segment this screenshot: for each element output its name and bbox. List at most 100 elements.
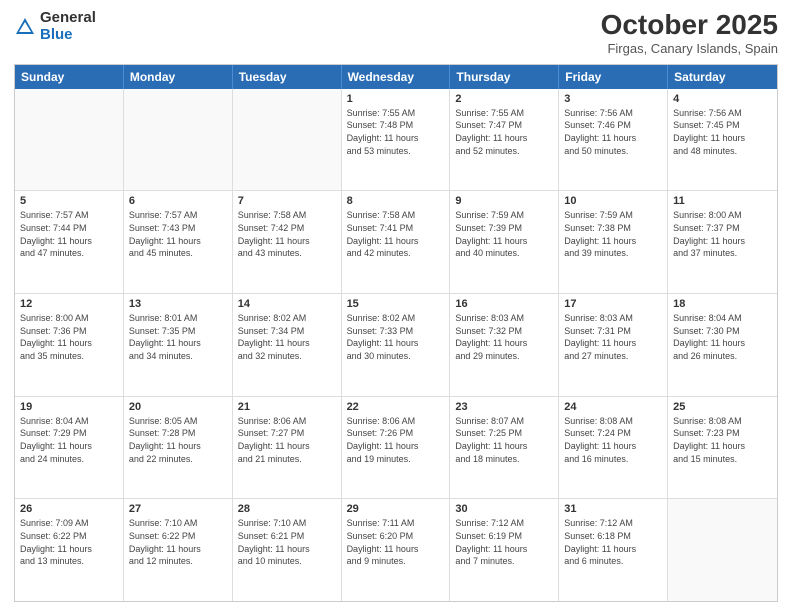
- calendar-day-22[interactable]: 22 Sunrise: 8:06 AM Sunset: 7:26 PM Dayli…: [342, 397, 451, 499]
- calendar-day-29[interactable]: 29Sunrise: 7:11 AM Sunset: 6:20 PM Dayli…: [342, 499, 451, 601]
- calendar-day-14[interactable]: 14 Sunrise: 8:02 AM Sunset: 7:34 PM Dayli…: [233, 294, 342, 396]
- cell-info: Sunrise: 7:56 AM Sunset: 7:45 PM Dayligh…: [673, 107, 772, 157]
- day-number: 2: [455, 93, 553, 105]
- day-number: 15: [347, 298, 445, 310]
- day-number: 3: [564, 93, 662, 105]
- cell-info: Sunrise: 7:55 AM Sunset: 7:47 PM Dayligh…: [455, 107, 553, 157]
- cell-info: Sunrise: 8:07 AM Sunset: 7:25 PM Dayligh…: [455, 415, 553, 465]
- calendar-empty-cell: [668, 499, 777, 601]
- calendar-day-27[interactable]: 27 Sunrise: 7:10 AM Sunset: 6:22 PM Dayli…: [124, 499, 233, 601]
- calendar-day-21[interactable]: 21Sunrise: 8:06 AM Sunset: 7:27 PM Dayli…: [233, 397, 342, 499]
- day-number: 18: [673, 298, 772, 310]
- cell-info: Sunrise: 8:08 AM Sunset: 7:24 PM Dayligh…: [564, 415, 662, 465]
- cell-info: Sunrise: 8:03 AM Sunset: 7:31 PM Dayligh…: [564, 312, 662, 362]
- calendar-row-1: 5 Sunrise: 7:57 AM Sunset: 7:44 PM Daylig…: [15, 191, 777, 294]
- cell-info: Sunrise: 7:58 AM Sunset: 7:41 PM Dayligh…: [347, 209, 445, 259]
- logo-icon: [14, 16, 36, 38]
- cell-info: Sunrise: 8:03 AM Sunset: 7:32 PM Dayligh…: [455, 312, 553, 362]
- day-number: 28: [238, 503, 336, 515]
- day-number: 30: [455, 503, 553, 515]
- calendar-empty-cell: [233, 89, 342, 191]
- day-number: 13: [129, 298, 227, 310]
- calendar-day-18[interactable]: 18Sunrise: 8:04 AM Sunset: 7:30 PM Dayli…: [668, 294, 777, 396]
- cell-info: Sunrise: 8:01 AM Sunset: 7:35 PM Dayligh…: [129, 312, 227, 362]
- calendar-day-20[interactable]: 20Sunrise: 8:05 AM Sunset: 7:28 PM Dayli…: [124, 397, 233, 499]
- day-number: 22: [347, 401, 445, 413]
- calendar-day-24[interactable]: 24 Sunrise: 8:08 AM Sunset: 7:24 PM Dayli…: [559, 397, 668, 499]
- header-day-saturday: Saturday: [668, 65, 777, 89]
- day-number: 10: [564, 195, 662, 207]
- day-number: 20: [129, 401, 227, 413]
- calendar-day-9[interactable]: 9 Sunrise: 7:59 AM Sunset: 7:39 PM Daylig…: [450, 191, 559, 293]
- day-number: 16: [455, 298, 553, 310]
- day-number: 24: [564, 401, 662, 413]
- day-number: 4: [673, 93, 772, 105]
- cell-info: Sunrise: 8:04 AM Sunset: 7:29 PM Dayligh…: [20, 415, 118, 465]
- calendar-day-11[interactable]: 11 Sunrise: 8:00 AM Sunset: 7:37 PM Dayli…: [668, 191, 777, 293]
- day-number: 6: [129, 195, 227, 207]
- day-number: 5: [20, 195, 118, 207]
- calendar-day-2[interactable]: 2 Sunrise: 7:55 AM Sunset: 7:47 PM Daylig…: [450, 89, 559, 191]
- day-number: 17: [564, 298, 662, 310]
- cell-info: Sunrise: 8:02 AM Sunset: 7:34 PM Dayligh…: [238, 312, 336, 362]
- calendar-day-17[interactable]: 17 Sunrise: 8:03 AM Sunset: 7:31 PM Dayli…: [559, 294, 668, 396]
- header-day-tuesday: Tuesday: [233, 65, 342, 89]
- day-number: 7: [238, 195, 336, 207]
- day-number: 9: [455, 195, 553, 207]
- day-number: 26: [20, 503, 118, 515]
- calendar-day-3[interactable]: 3 Sunrise: 7:56 AM Sunset: 7:46 PM Daylig…: [559, 89, 668, 191]
- cell-info: Sunrise: 8:06 AM Sunset: 7:26 PM Dayligh…: [347, 415, 445, 465]
- cell-info: Sunrise: 7:59 AM Sunset: 7:39 PM Dayligh…: [455, 209, 553, 259]
- calendar-day-5[interactable]: 5 Sunrise: 7:57 AM Sunset: 7:44 PM Daylig…: [15, 191, 124, 293]
- header-day-sunday: Sunday: [15, 65, 124, 89]
- calendar-row-2: 12 Sunrise: 8:00 AM Sunset: 7:36 PM Dayli…: [15, 294, 777, 397]
- calendar-row-0: 1Sunrise: 7:55 AM Sunset: 7:48 PM Daylig…: [15, 89, 777, 192]
- calendar-day-19[interactable]: 19 Sunrise: 8:04 AM Sunset: 7:29 PM Dayli…: [15, 397, 124, 499]
- day-number: 31: [564, 503, 662, 515]
- calendar-empty-cell: [124, 89, 233, 191]
- cell-info: Sunrise: 7:12 AM Sunset: 6:18 PM Dayligh…: [564, 517, 662, 567]
- cell-info: Sunrise: 7:59 AM Sunset: 7:38 PM Dayligh…: [564, 209, 662, 259]
- calendar-day-26[interactable]: 26 Sunrise: 7:09 AM Sunset: 6:22 PM Dayli…: [15, 499, 124, 601]
- cell-info: Sunrise: 8:00 AM Sunset: 7:36 PM Dayligh…: [20, 312, 118, 362]
- calendar-day-1[interactable]: 1Sunrise: 7:55 AM Sunset: 7:48 PM Daylig…: [342, 89, 451, 191]
- cell-info: Sunrise: 7:09 AM Sunset: 6:22 PM Dayligh…: [20, 517, 118, 567]
- cell-info: Sunrise: 8:00 AM Sunset: 7:37 PM Dayligh…: [673, 209, 772, 259]
- calendar-day-15[interactable]: 15 Sunrise: 8:02 AM Sunset: 7:33 PM Dayli…: [342, 294, 451, 396]
- calendar-day-6[interactable]: 6Sunrise: 7:57 AM Sunset: 7:43 PM Daylig…: [124, 191, 233, 293]
- calendar-day-12[interactable]: 12 Sunrise: 8:00 AM Sunset: 7:36 PM Dayli…: [15, 294, 124, 396]
- calendar-day-10[interactable]: 10 Sunrise: 7:59 AM Sunset: 7:38 PM Dayli…: [559, 191, 668, 293]
- cell-info: Sunrise: 7:58 AM Sunset: 7:42 PM Dayligh…: [238, 209, 336, 259]
- calendar-day-4[interactable]: 4 Sunrise: 7:56 AM Sunset: 7:45 PM Daylig…: [668, 89, 777, 191]
- header-day-thursday: Thursday: [450, 65, 559, 89]
- header-day-wednesday: Wednesday: [342, 65, 451, 89]
- cell-info: Sunrise: 8:02 AM Sunset: 7:33 PM Dayligh…: [347, 312, 445, 362]
- day-number: 11: [673, 195, 772, 207]
- calendar-row-3: 19 Sunrise: 8:04 AM Sunset: 7:29 PM Dayli…: [15, 397, 777, 500]
- calendar-day-8[interactable]: 8 Sunrise: 7:58 AM Sunset: 7:41 PM Daylig…: [342, 191, 451, 293]
- calendar: SundayMondayTuesdayWednesdayThursdayFrid…: [14, 64, 778, 602]
- header: General Blue October 2025 Firgas, Canary…: [14, 10, 778, 56]
- calendar-day-28[interactable]: 28Sunrise: 7:10 AM Sunset: 6:21 PM Dayli…: [233, 499, 342, 601]
- calendar-day-25[interactable]: 25Sunrise: 8:08 AM Sunset: 7:23 PM Dayli…: [668, 397, 777, 499]
- day-number: 19: [20, 401, 118, 413]
- logo: General Blue: [14, 10, 96, 43]
- calendar-day-7[interactable]: 7 Sunrise: 7:58 AM Sunset: 7:42 PM Daylig…: [233, 191, 342, 293]
- day-number: 14: [238, 298, 336, 310]
- cell-info: Sunrise: 7:56 AM Sunset: 7:46 PM Dayligh…: [564, 107, 662, 157]
- cell-info: Sunrise: 7:57 AM Sunset: 7:44 PM Dayligh…: [20, 209, 118, 259]
- calendar-day-16[interactable]: 16 Sunrise: 8:03 AM Sunset: 7:32 PM Dayli…: [450, 294, 559, 396]
- cell-info: Sunrise: 7:10 AM Sunset: 6:22 PM Dayligh…: [129, 517, 227, 567]
- day-number: 27: [129, 503, 227, 515]
- cell-info: Sunrise: 8:06 AM Sunset: 7:27 PM Dayligh…: [238, 415, 336, 465]
- page: General Blue October 2025 Firgas, Canary…: [0, 0, 792, 612]
- day-number: 8: [347, 195, 445, 207]
- day-number: 1: [347, 93, 445, 105]
- calendar-body: 1Sunrise: 7:55 AM Sunset: 7:48 PM Daylig…: [15, 89, 777, 601]
- calendar-day-13[interactable]: 13 Sunrise: 8:01 AM Sunset: 7:35 PM Dayli…: [124, 294, 233, 396]
- calendar-day-30[interactable]: 30Sunrise: 7:12 AM Sunset: 6:19 PM Dayli…: [450, 499, 559, 601]
- calendar-day-23[interactable]: 23Sunrise: 8:07 AM Sunset: 7:25 PM Dayli…: [450, 397, 559, 499]
- calendar-day-31[interactable]: 31 Sunrise: 7:12 AM Sunset: 6:18 PM Dayli…: [559, 499, 668, 601]
- logo-blue: Blue: [40, 26, 73, 43]
- day-number: 12: [20, 298, 118, 310]
